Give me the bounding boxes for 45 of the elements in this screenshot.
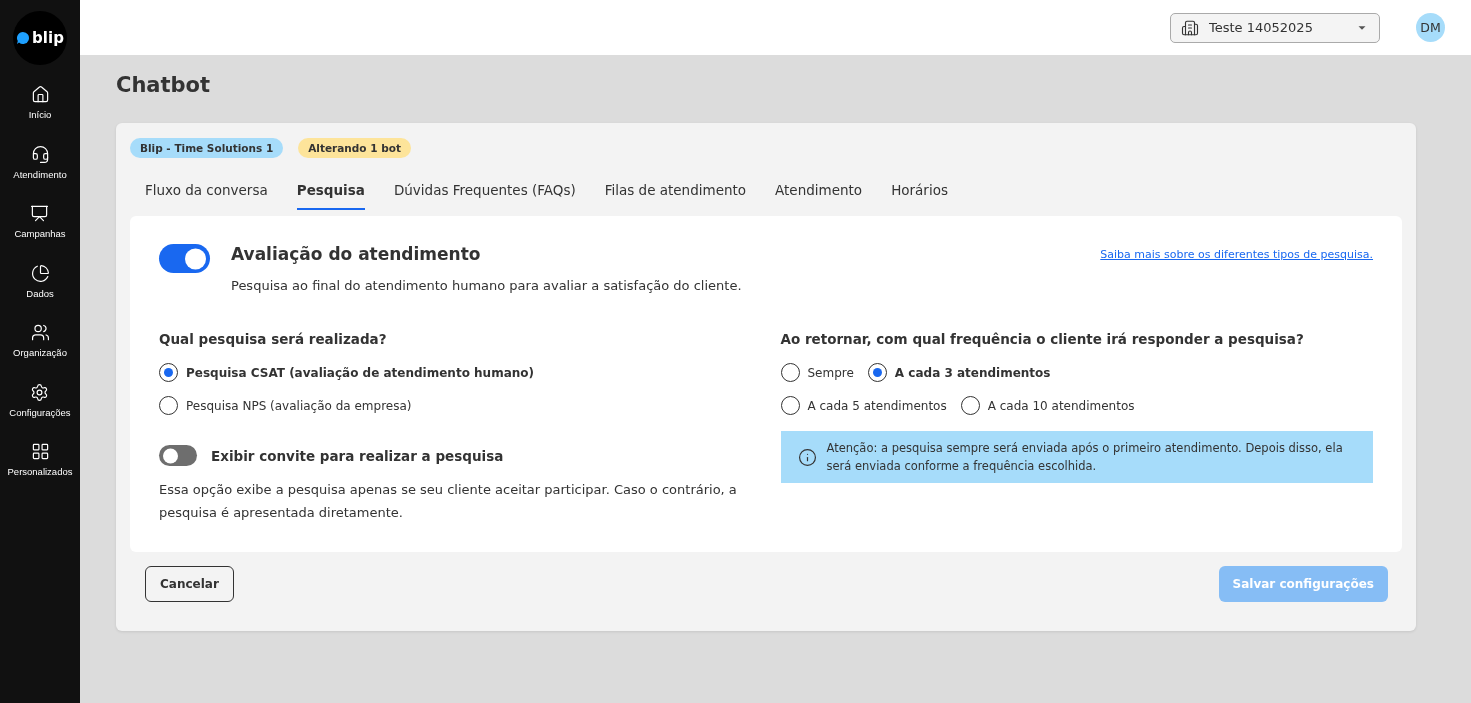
radio-option[interactable]: Pesquisa NPS (avaliação da empresa) xyxy=(159,396,752,415)
toggle-label: Exibir convite para realizar a pesquisa xyxy=(211,447,504,464)
tab[interactable]: Pesquisa xyxy=(296,182,365,210)
sidebar-item[interactable]: Atendimento xyxy=(13,144,67,204)
radio-option[interactable]: A cada 5 atendimentos xyxy=(780,396,947,415)
tab[interactable]: Fluxo da conversa xyxy=(145,182,268,210)
tab[interactable]: Dúvidas Frequentes (FAQs) xyxy=(393,182,576,210)
sidebar-item[interactable]: Configurações xyxy=(9,382,71,442)
user-avatar[interactable]: DM xyxy=(1416,13,1445,42)
radio-option[interactable]: Pesquisa CSAT (avaliação de atendimento humano) xyxy=(159,363,752,382)
tag: Alterando 1 bot xyxy=(298,138,411,158)
sidebar-item[interactable]: Campanhas xyxy=(14,204,66,264)
radio-option[interactable]: A cada 10 atendimentos xyxy=(960,396,1135,415)
workspace-select[interactable]: Teste 14052025 xyxy=(1170,12,1380,43)
cancel-button[interactable]: Cancelar xyxy=(145,566,234,602)
sidebar-item[interactable]: Início xyxy=(28,85,52,145)
info-icon xyxy=(797,447,817,467)
radio-option[interactable]: A cada 3 atendimentos xyxy=(867,363,1051,382)
invite-description: Essa opção exibe a pesquisa apenas se seu cliente aceitar participar. Caso o contrário, a pesquisa é apresentada diretamente. xyxy=(159,481,738,522)
toggle-switch[interactable] xyxy=(159,445,197,466)
tab[interactable]: Filas de atendimento xyxy=(604,182,747,210)
building-icon xyxy=(1181,18,1199,37)
page-title: Chatbot xyxy=(116,73,212,97)
tab[interactable]: Atendimento xyxy=(775,182,863,210)
pie-chart-icon xyxy=(30,263,50,283)
logo: blip xyxy=(13,11,67,65)
notice-text: Atenção: a pesquisa sempre será enviada após o primeiro atendimento. Depois disso, ela será enviada conforme a frequência escolhida. xyxy=(826,440,1344,475)
radio-option[interactable]: Sempre xyxy=(780,363,854,382)
easel-icon xyxy=(30,204,50,223)
tag: Blip - Time Solutions 1 xyxy=(130,138,284,158)
section-title: Avaliação do atendimento xyxy=(231,244,482,264)
tab[interactable]: Horários xyxy=(891,182,948,210)
grid-icon xyxy=(30,442,50,461)
headset-icon xyxy=(30,144,50,164)
settings-icon xyxy=(30,382,50,402)
home-icon xyxy=(30,85,50,104)
sidebar-item[interactable]: Dados xyxy=(26,263,54,323)
sidebar-item[interactable]: Organização xyxy=(13,323,67,383)
help-link[interactable]: Saiba mais sobre os diferentes tipos de pesquisa. xyxy=(1100,248,1373,261)
sidebar-item[interactable]: Personalizados xyxy=(7,442,73,502)
question-label: Ao retornar, com qual frequência o cliente irá responder a pesquisa? xyxy=(780,331,1305,347)
people-icon xyxy=(30,323,50,342)
section-description: Pesquisa ao final do atendimento humano para avaliar a satisfação do cliente. xyxy=(231,277,743,295)
question-label: Qual pesquisa será realizada? xyxy=(159,331,388,347)
toggle-switch[interactable] xyxy=(159,244,210,273)
